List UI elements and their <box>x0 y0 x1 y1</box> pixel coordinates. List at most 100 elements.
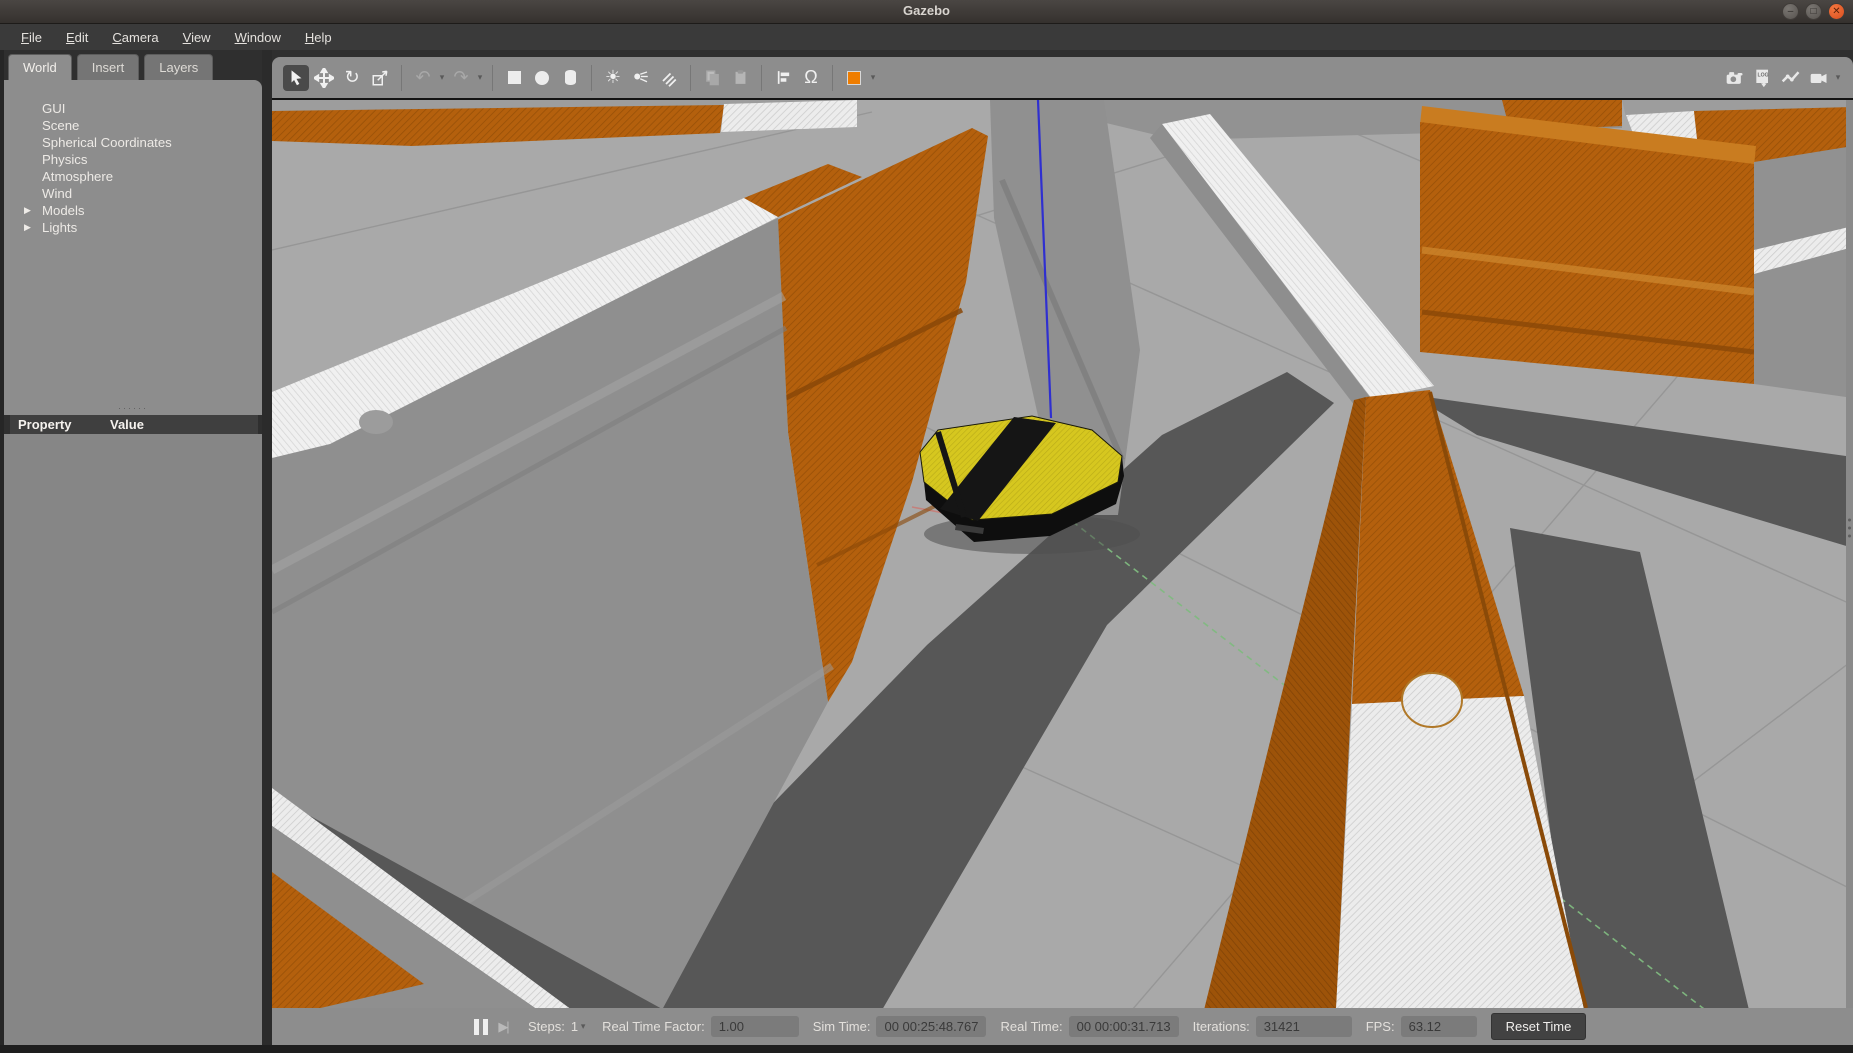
step-forward-icon: ▶| <box>498 1019 507 1035</box>
real-time-label: Real Time: <box>1000 1019 1062 1034</box>
align-icon <box>775 69 792 86</box>
point-light-button[interactable]: ☀ <box>600 65 626 91</box>
undo-history-caret[interactable]: ▾ <box>437 72 447 83</box>
spot-light-button[interactable] <box>628 65 654 91</box>
window-title: Gazebo <box>0 3 1853 18</box>
view-angle-button[interactable] <box>841 65 867 91</box>
point-light-icon: ☀ <box>605 67 621 88</box>
sphere-icon <box>535 71 549 85</box>
iterations-label: Iterations: <box>1193 1019 1250 1034</box>
3d-scene[interactable] <box>272 100 1853 1010</box>
magnet-icon: Ω <box>804 67 817 88</box>
toolbar-separator <box>761 65 762 91</box>
snap-button[interactable]: Ω <box>798 65 824 91</box>
cylinder-icon <box>565 70 576 85</box>
steps-caret[interactable]: ▾ <box>578 1021 588 1032</box>
gazebo-window: Gazebo – □ ✕ File Edit Camera View Windo… <box>0 0 1853 1053</box>
iterations-value: 31421 <box>1256 1016 1352 1037</box>
insert-cylinder-button[interactable] <box>557 65 583 91</box>
paste-icon <box>732 69 749 86</box>
menu-camera[interactable]: Camera <box>101 27 169 48</box>
world-tree: GUI Scene Spherical Coordinates Physics … <box>4 80 262 404</box>
paste-button[interactable] <box>727 65 753 91</box>
move-icon <box>314 68 334 88</box>
property-table-header: Property Value <box>10 415 258 434</box>
menu-window[interactable]: Window <box>224 27 292 48</box>
copy-icon <box>704 69 721 86</box>
panel-viewport-divider[interactable] <box>262 50 272 1045</box>
cursor-arrow-icon <box>288 69 305 86</box>
tree-item-models[interactable]: Models <box>4 202 262 219</box>
insert-box-button[interactable] <box>501 65 527 91</box>
translate-tool-button[interactable] <box>311 65 337 91</box>
pause-icon <box>474 1019 488 1035</box>
orange-cube-icon <box>847 71 861 85</box>
copy-button[interactable] <box>699 65 725 91</box>
viewport-right-splitter[interactable] <box>1846 100 1853 1010</box>
panel-tabs: World Insert Layers <box>8 54 213 80</box>
toolbar-separator <box>401 65 402 91</box>
redo-history-caret[interactable]: ▾ <box>475 72 485 83</box>
align-button[interactable] <box>770 65 796 91</box>
panel-splitter-handle[interactable]: ······ <box>4 404 262 415</box>
insert-sphere-button[interactable] <box>529 65 555 91</box>
box-icon <box>508 71 521 84</box>
redo-button[interactable]: ↷ <box>448 65 474 91</box>
reset-time-button[interactable]: Reset Time <box>1491 1013 1587 1040</box>
step-button[interactable]: ▶| <box>492 1017 514 1037</box>
tree-item-gui[interactable]: GUI <box>4 100 262 117</box>
tree-item-spherical-coordinates[interactable]: Spherical Coordinates <box>4 134 262 151</box>
window-bottom-edge <box>0 1045 1853 1053</box>
svg-text:LOG: LOG <box>1758 72 1769 78</box>
rotate-icon: ↻ <box>344 67 359 88</box>
menu-help[interactable]: Help <box>294 27 343 48</box>
close-button[interactable]: ✕ <box>1828 3 1845 20</box>
video-record-button[interactable] <box>1806 65 1832 91</box>
view-angle-caret[interactable]: ▾ <box>868 72 878 83</box>
steps-label: Steps: <box>528 1019 565 1034</box>
render-viewport[interactable] <box>272 98 1853 1010</box>
directional-light-icon <box>660 69 678 87</box>
plot-button[interactable] <box>1778 65 1804 91</box>
directional-light-button[interactable] <box>656 65 682 91</box>
simulation-status-bar: ▶| Steps: 1 ▾ Real Time Factor: 1.00 Sim… <box>272 1008 1853 1045</box>
tree-item-physics[interactable]: Physics <box>4 151 262 168</box>
side-panel: World Insert Layers GUI Scene Spherical … <box>4 50 262 1045</box>
property-column-header: Property <box>10 415 110 434</box>
fps-label: FPS: <box>1366 1019 1395 1034</box>
scale-icon <box>371 69 389 87</box>
tree-item-lights[interactable]: Lights <box>4 219 262 236</box>
steps-value: 1 <box>571 1019 578 1034</box>
screenshot-button[interactable] <box>1722 65 1748 91</box>
rotate-tool-button[interactable]: ↻ <box>339 65 365 91</box>
tree-item-scene[interactable]: Scene <box>4 117 262 134</box>
tree-item-wind[interactable]: Wind <box>4 185 262 202</box>
undo-button[interactable]: ↶ <box>410 65 436 91</box>
spot-light-icon <box>632 69 650 87</box>
sim-time-label: Sim Time: <box>813 1019 871 1034</box>
tab-layers[interactable]: Layers <box>144 54 213 80</box>
toolbar-separator <box>492 65 493 91</box>
tab-world[interactable]: World <box>8 54 72 80</box>
title-bar[interactable]: Gazebo – □ ✕ <box>0 0 1853 24</box>
menu-file[interactable]: File <box>10 27 53 48</box>
minimize-button[interactable]: – <box>1782 3 1799 20</box>
maximize-button[interactable]: □ <box>1805 3 1822 20</box>
menu-bar: File Edit Camera View Window Help <box>0 24 1853 50</box>
pause-button[interactable] <box>470 1017 492 1037</box>
menu-view[interactable]: View <box>172 27 222 48</box>
rtf-value: 1.00 <box>711 1016 799 1037</box>
window-controls: – □ ✕ <box>1782 3 1845 20</box>
chart-line-icon <box>1781 68 1801 88</box>
select-tool-button[interactable] <box>283 65 309 91</box>
tab-insert[interactable]: Insert <box>77 54 140 80</box>
scale-tool-button[interactable] <box>367 65 393 91</box>
log-record-button[interactable]: LOG <box>1750 65 1776 91</box>
video-options-caret[interactable]: ▾ <box>1833 72 1843 83</box>
viewport-toolbar: ↻ ↶ ▾ ↷ ▾ ☀ <box>272 57 1853 98</box>
tree-item-atmosphere[interactable]: Atmosphere <box>4 168 262 185</box>
property-table-body[interactable] <box>4 434 262 1045</box>
rtf-label: Real Time Factor: <box>602 1019 705 1034</box>
main-area: ↻ ↶ ▾ ↷ ▾ ☀ <box>272 50 1853 1045</box>
menu-edit[interactable]: Edit <box>55 27 99 48</box>
